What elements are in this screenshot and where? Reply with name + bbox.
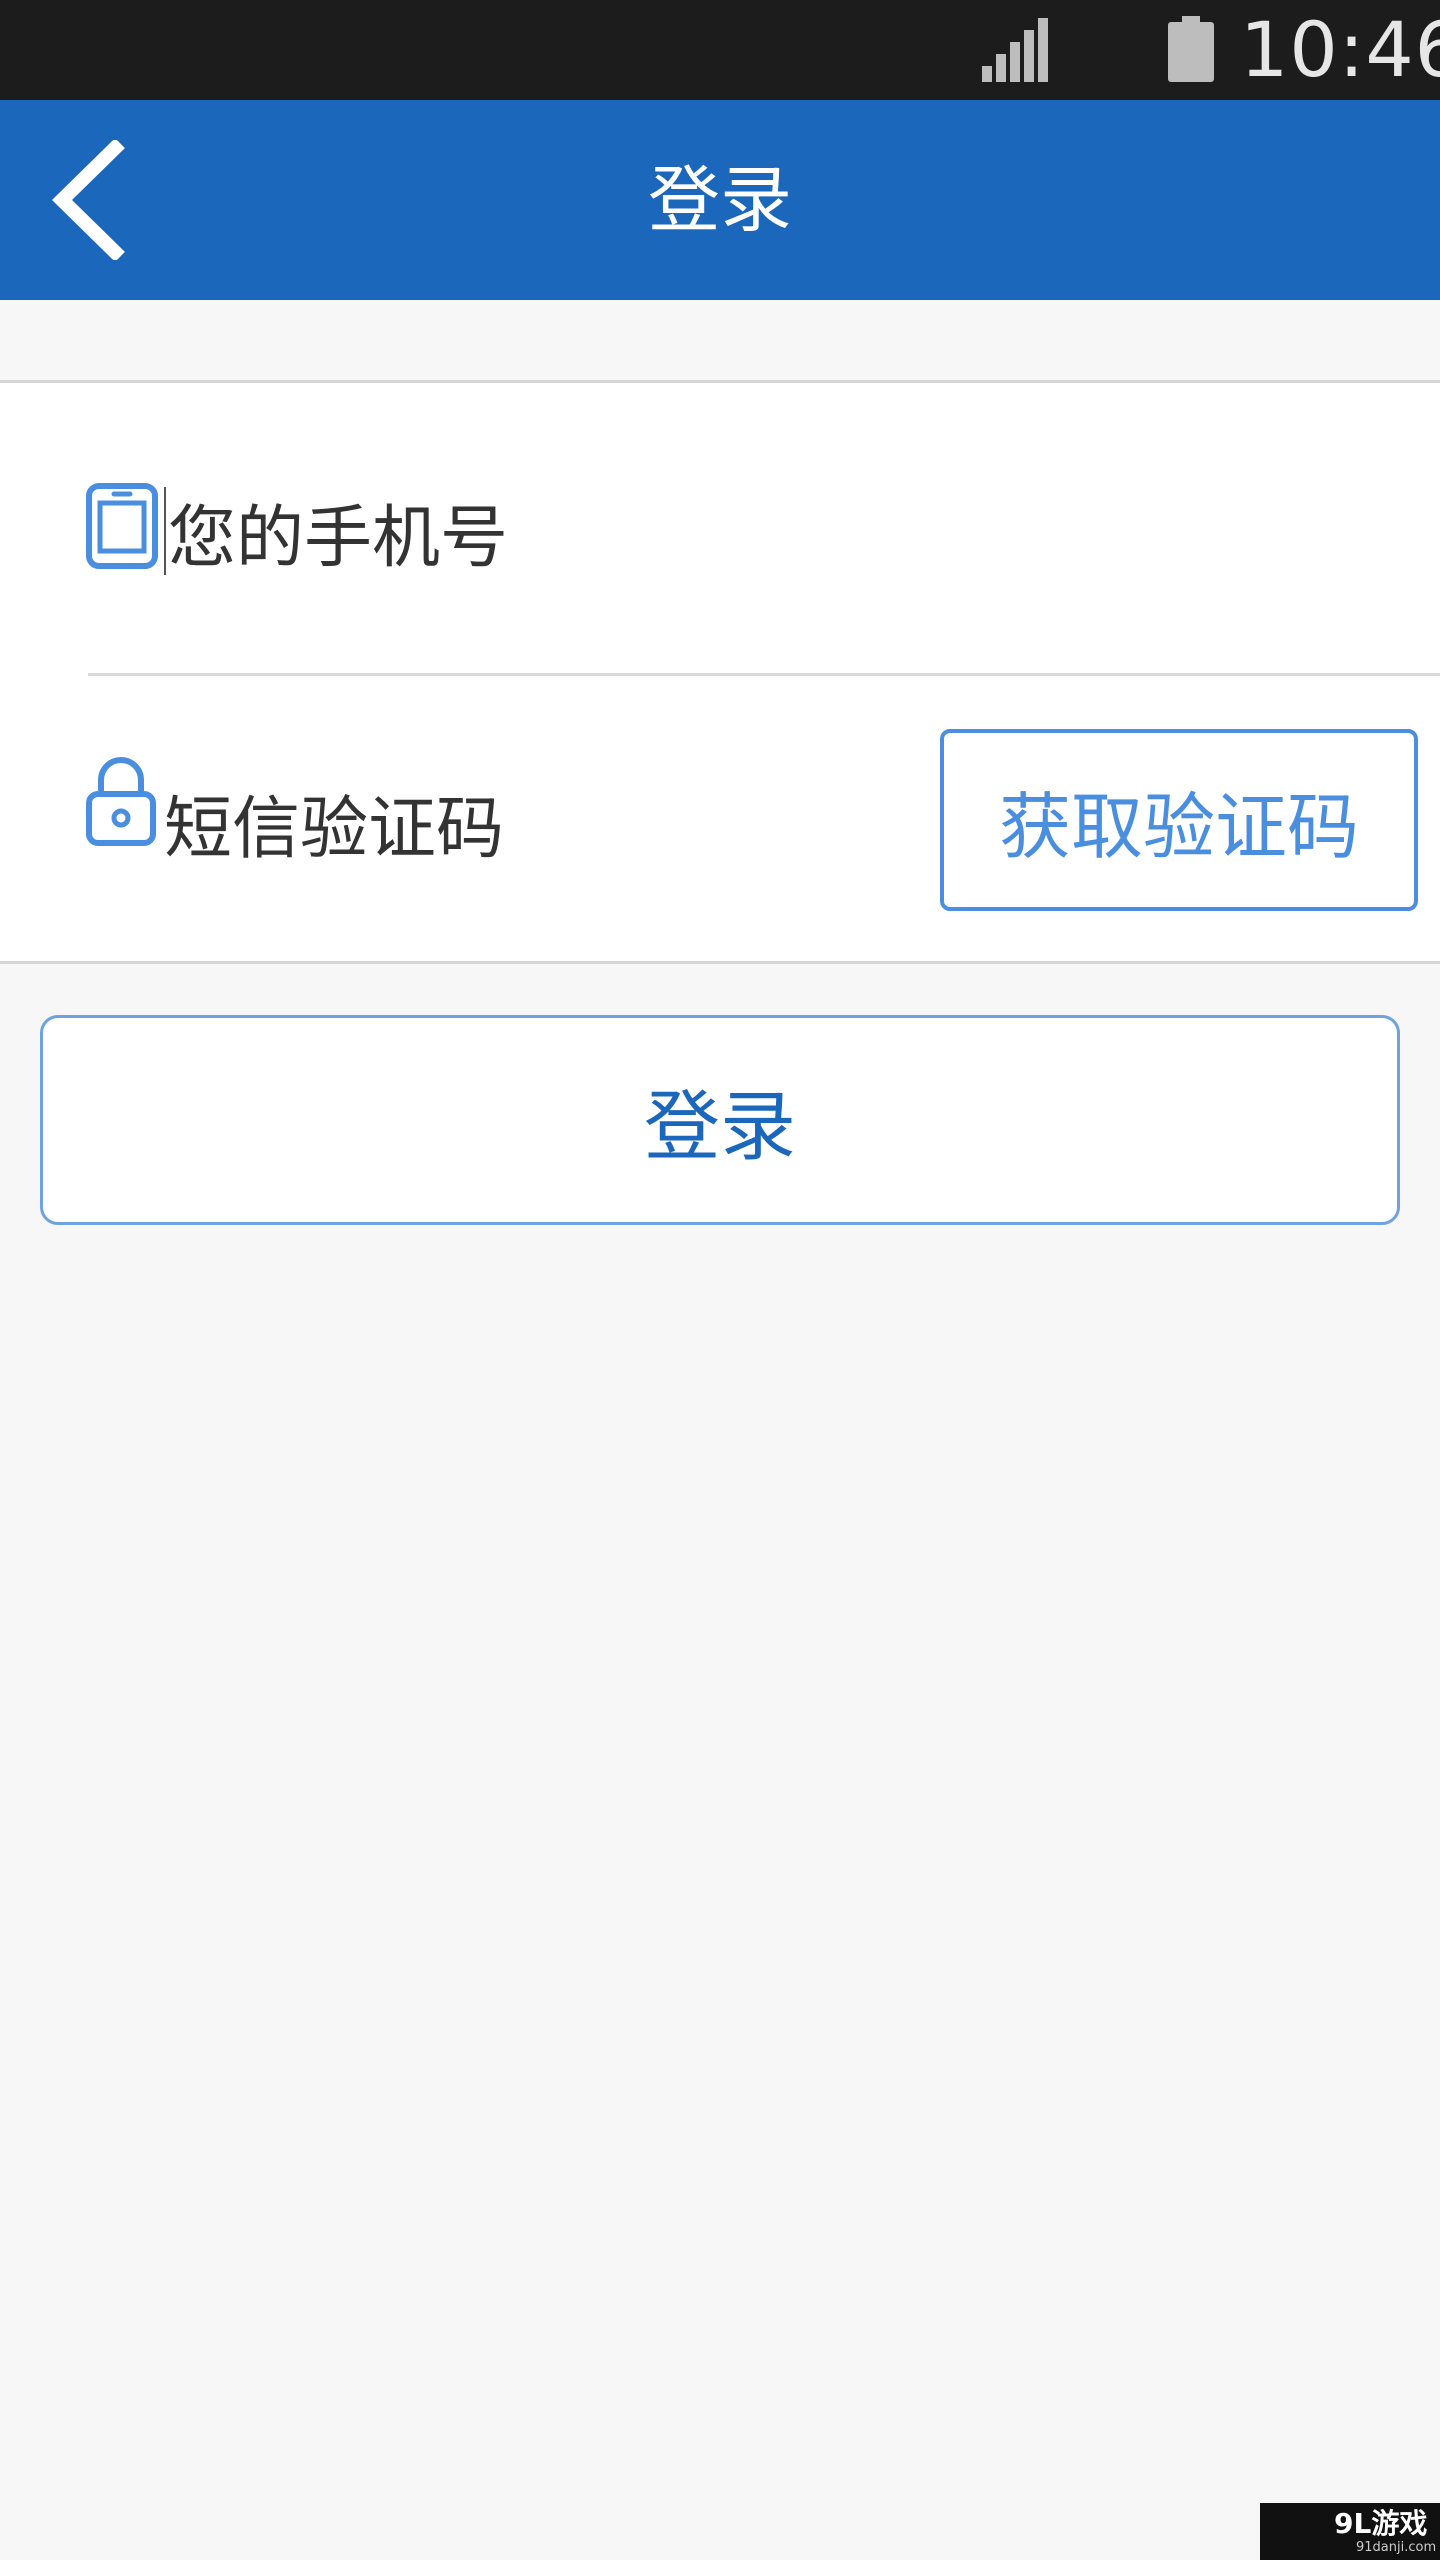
phone-row: 您的手机号 bbox=[0, 383, 1440, 673]
signal-icon bbox=[982, 18, 1048, 82]
watermark-url: 91danji.com bbox=[1356, 2540, 1437, 2555]
login-button[interactable]: 登录 bbox=[40, 1015, 1400, 1225]
chevron-left-icon[interactable] bbox=[40, 140, 150, 260]
login-form: 您的手机号 短信验证码 获取验证码 bbox=[0, 380, 1440, 964]
watermark-logo: 9L游戏 91danji.com bbox=[1260, 2503, 1440, 2560]
phone-placeholder: 您的手机号 bbox=[168, 498, 509, 578]
battery-icon bbox=[1168, 16, 1214, 82]
status-bar: 10:46 bbox=[0, 0, 1440, 100]
page-title: 登录 bbox=[647, 158, 792, 242]
status-time: 10:46 bbox=[1240, 5, 1440, 94]
phone-icon bbox=[86, 483, 158, 569]
get-code-button[interactable]: 获取验证码 bbox=[940, 729, 1418, 911]
code-placeholder: 短信验证码 bbox=[164, 789, 505, 869]
code-input[interactable]: 短信验证码 bbox=[164, 676, 924, 964]
lock-icon bbox=[86, 757, 156, 846]
watermark-brand: 9L游戏 bbox=[1334, 2507, 1428, 2540]
text-caret bbox=[164, 487, 166, 575]
phone-input[interactable]: 您的手机号 bbox=[164, 383, 924, 673]
app-bar: 登录 bbox=[0, 100, 1440, 300]
